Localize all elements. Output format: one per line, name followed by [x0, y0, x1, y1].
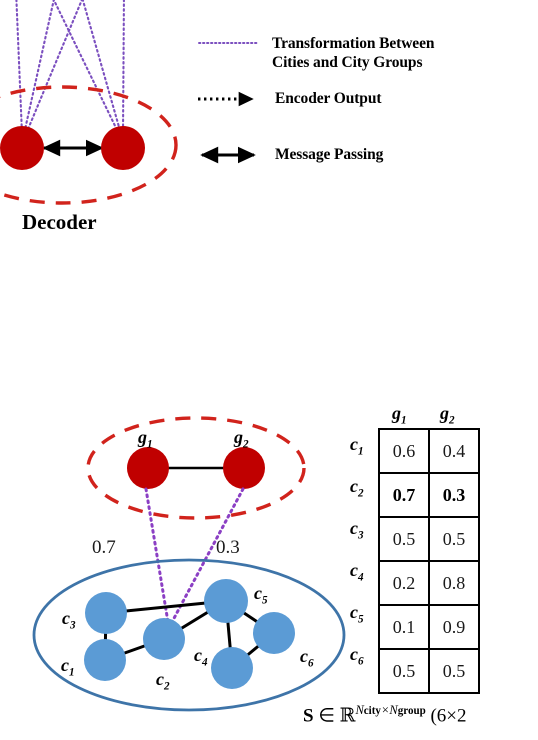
table-row: 0.6 0.4	[378, 428, 480, 474]
table-cell: 0.2	[378, 560, 430, 606]
table-col-header-g2: g2	[440, 403, 455, 427]
table-cell: 0.5	[428, 648, 480, 694]
table-row-header-c5-text: c	[350, 602, 358, 622]
table-row: 0.5 0.5	[378, 648, 480, 694]
city-node-label-c3: c3	[62, 608, 76, 632]
figure-canvas: Transformation Between Cities and City G…	[0, 0, 538, 740]
table-row-header-c3-sub: 3	[358, 529, 364, 542]
table-cell: 0.5	[378, 516, 430, 562]
formula-exp-cols: N	[389, 703, 398, 717]
group-node-label-g1-text: g	[138, 427, 147, 447]
table-row-header-c4-sub: 4	[358, 571, 364, 584]
city-node-label-c3-sub: 3	[70, 619, 76, 632]
table-row-header-c2-text: c	[350, 476, 358, 496]
table-row-header-c6-text: c	[350, 644, 358, 664]
table-cell: 0.8	[428, 560, 480, 606]
city-boundary-ellipse	[32, 558, 346, 712]
assignment-matrix-table: 0.6 0.4 0.7 0.3 0.5 0.5 0.2 0.8 0.1 0.9 …	[378, 428, 480, 694]
city-node-c5	[204, 579, 248, 623]
city-node-label-c2: c2	[156, 669, 170, 693]
table-col-header-g2-text: g	[440, 403, 449, 423]
city-node-label-c1-sub: 1	[69, 666, 75, 679]
city-node-c2	[143, 618, 185, 660]
table-row-header-c6: c6	[350, 644, 364, 668]
table-row: 0.2 0.8	[378, 560, 480, 606]
group-node-label-g1: g1	[138, 427, 153, 451]
table-row-header-c3-text: c	[350, 518, 358, 538]
city-node-label-c5-text: c	[254, 583, 262, 603]
table-row-header-c1: c1	[350, 434, 364, 458]
table-row: 0.5 0.5	[378, 516, 480, 562]
table-row-header-c6-sub: 6	[358, 655, 364, 668]
table-col-header-g1-sub: 1	[401, 414, 407, 427]
table-row-header-c1-text: c	[350, 434, 358, 454]
assignment-weight-g1: 0.7	[92, 537, 116, 558]
city-node-label-c2-text: c	[156, 669, 164, 689]
group-node-label-g2-sub: 2	[243, 438, 249, 451]
formula-member-symbol: ∈	[318, 705, 335, 727]
group-node-label-g2-text: g	[234, 427, 243, 447]
table-cell: 0.3	[428, 472, 480, 518]
city-node-label-c4-sub: 4	[202, 656, 208, 669]
table-row-header-c3: c3	[350, 518, 364, 542]
city-node-label-c4: c4	[194, 645, 208, 669]
table-cell: 0.4	[428, 428, 480, 474]
legend-label-message-passing: Message Passing	[275, 146, 384, 163]
city-node-c1	[84, 639, 126, 681]
group-node-g2	[223, 447, 265, 489]
matrix-dimension-formula: S ∈ ℝNcity×Ngroup (6×2	[303, 703, 467, 727]
table-row: 0.1 0.9	[378, 604, 480, 650]
group-node-g1	[127, 447, 169, 489]
table-col-header-g1: g1	[392, 403, 407, 427]
decoder-node-right	[101, 126, 145, 170]
table-row-header-c1-sub: 1	[358, 445, 364, 458]
assignment-weight-g2: 0.3	[216, 537, 240, 558]
formula-exp-rows: N	[355, 703, 364, 717]
table-col-header-g2-sub: 2	[449, 414, 455, 427]
formula-exponent: Ncity×Ngroup	[355, 703, 425, 717]
city-node-label-c1: c1	[61, 655, 75, 679]
formula-matrix-symbol: S	[303, 705, 314, 727]
city-node-label-c4-text: c	[194, 645, 202, 665]
table-cell: 0.9	[428, 604, 480, 650]
city-node-label-c6: c6	[300, 646, 314, 670]
city-node-label-c1-text: c	[61, 655, 69, 675]
group-node-label-g2: g2	[234, 427, 249, 451]
table-row-header-c5: c5	[350, 602, 364, 626]
city-node-c4	[211, 647, 253, 689]
decoder-caption: Decoder	[22, 210, 97, 234]
city-node-label-c5: c5	[254, 583, 268, 607]
table-row-header-c2-sub: 2	[358, 487, 364, 500]
table-row-header-c5-sub: 5	[358, 613, 364, 626]
legend-label-encoder-output: Encoder Output	[275, 90, 382, 107]
city-node-c6	[253, 612, 295, 654]
table-cell: 0.7	[378, 472, 430, 518]
formula-exp-rows-sub: city	[363, 705, 381, 717]
legend-label-transformation: Transformation Between Cities and City G…	[272, 35, 435, 71]
table-row-header-c4: c4	[350, 560, 364, 584]
table-cell: 0.5	[428, 516, 480, 562]
table-col-header-g1-text: g	[392, 403, 401, 423]
decoder-node-left	[0, 126, 44, 170]
city-node-label-c5-sub: 5	[262, 594, 268, 607]
table-cell: 0.6	[378, 428, 430, 474]
city-node-c3	[85, 592, 127, 634]
table-row-header-c4-text: c	[350, 560, 358, 580]
city-node-label-c6-text: c	[300, 646, 308, 666]
city-node-label-c2-sub: 2	[164, 680, 170, 693]
table-cell: 0.5	[378, 648, 430, 694]
formula-dims: (6×2	[430, 705, 467, 727]
group-node-label-g1-sub: 1	[147, 438, 153, 451]
table-row-header-c2: c2	[350, 476, 364, 500]
decoder-transformation-lines	[15, 0, 125, 136]
city-node-label-c3-text: c	[62, 608, 70, 628]
formula-exp-cols-sub: group	[397, 705, 426, 717]
city-node-label-c6-sub: 6	[308, 657, 314, 670]
formula-field-symbol: ℝ	[339, 704, 356, 727]
table-cell: 0.1	[378, 604, 430, 650]
table-row: 0.7 0.3	[378, 472, 480, 518]
